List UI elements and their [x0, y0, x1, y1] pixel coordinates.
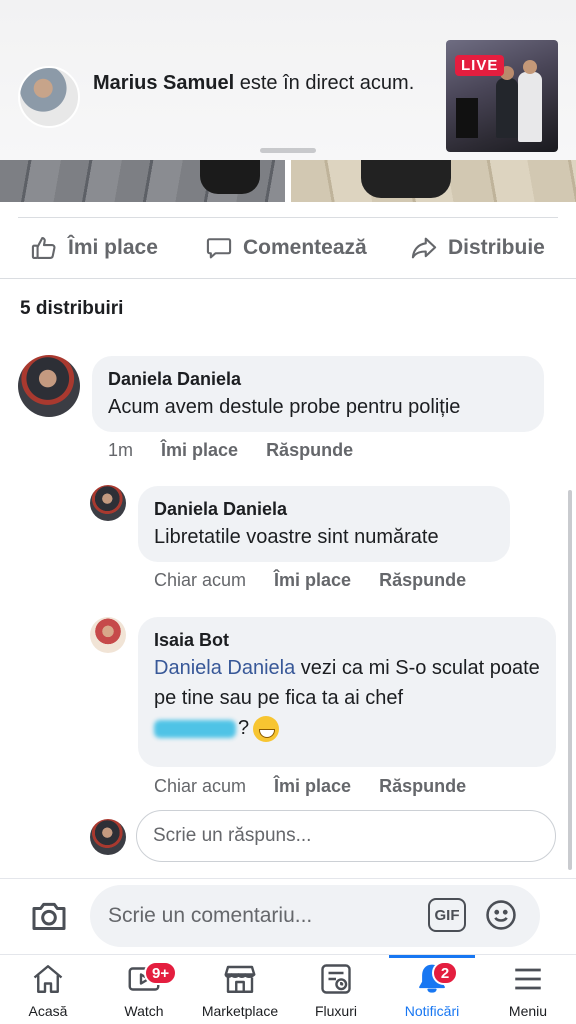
banner-drag-handle[interactable] [260, 148, 316, 153]
grinning-emoji-icon [253, 715, 280, 742]
comment-like-link[interactable]: Îmi place [161, 440, 238, 461]
post-images[interactable] [0, 160, 576, 202]
current-user-avatar [90, 819, 126, 855]
like-label: Îmi place [68, 236, 158, 259]
reply-meta: Chiar acum Îmi place Răspunde [154, 570, 466, 591]
nav-notifications[interactable]: Notificări 2 [384, 961, 480, 1023]
divider [0, 878, 576, 879]
comment-author-avatar[interactable] [18, 355, 80, 417]
watch-badge: 9+ [144, 961, 178, 985]
marketplace-icon [224, 965, 256, 993]
feeds-icon [321, 964, 351, 994]
reply-like-link[interactable]: Îmi place [274, 776, 351, 797]
reply-bubble[interactable]: Isaia Bot Daniela Daniela vezi ca mi S-o… [138, 617, 556, 767]
reply-time: Chiar acum [154, 776, 247, 796]
reply-author[interactable]: Isaia Bot [154, 629, 540, 651]
comment-bubble[interactable]: Daniela Daniela Acum avem destule probe … [92, 356, 544, 432]
comment-button[interactable]: Comentează [205, 230, 367, 266]
redacted-text [154, 719, 236, 738]
mention-link[interactable]: Daniela Daniela [154, 657, 295, 679]
nav-feeds-label: Fluxuri [314, 1003, 357, 1019]
nav-feeds[interactable]: Fluxuri [288, 961, 384, 1023]
nav-home-label: Acasă [28, 1003, 68, 1019]
reply-like-link[interactable]: Îmi place [274, 570, 351, 591]
shares-count[interactable]: 5 distribuiri [20, 298, 123, 320]
live-user-avatar [18, 66, 80, 128]
reply-reply-link[interactable]: Răspunde [379, 570, 466, 591]
nav-menu[interactable]: Meniu [480, 961, 576, 1023]
nav-watch[interactable]: Watch 9+ [96, 961, 192, 1023]
emoji-picker-icon[interactable] [484, 898, 518, 932]
reply-author-avatar[interactable] [90, 485, 126, 521]
thumbs-up-icon [31, 237, 56, 259]
nav-notifications-label: Notificări [404, 1003, 460, 1019]
reply-input[interactable]: Scrie un răspuns... [136, 810, 556, 862]
live-badge: LIVE [455, 55, 505, 76]
nav-marketplace-label: Marketplace [201, 1003, 279, 1019]
share-label: Distribuie [448, 236, 545, 259]
reply-text-end: ? [238, 717, 250, 739]
notifications-badge: 2 [432, 961, 458, 985]
nav-home[interactable]: Acasă [0, 961, 96, 1023]
active-tab-indicator [389, 955, 475, 958]
reply-reply-link[interactable]: Răspunde [379, 776, 466, 797]
camera-icon[interactable] [28, 896, 70, 936]
reply-time: Chiar acum [154, 570, 247, 590]
reply-text: Daniela Daniela vezi ca mi S-o sculat po… [154, 653, 540, 743]
gif-button[interactable]: GIF [428, 898, 466, 932]
post-image-right[interactable] [291, 160, 576, 202]
post-action-bar: Îmi place Comentează Distribuie [0, 220, 576, 276]
comment-author[interactable]: Daniela Daniela [108, 368, 528, 390]
reply-author-avatar[interactable] [90, 617, 126, 653]
comment-icon [206, 238, 232, 259]
live-notification-text: Marius Samuel este în direct acum. [93, 70, 423, 96]
live-status-text: este în direct acum. [234, 72, 415, 94]
nav-menu-label: Meniu [508, 1003, 548, 1019]
reply-author[interactable]: Daniela Daniela [154, 498, 494, 520]
divider [0, 278, 576, 279]
nav-watch-label: Watch [124, 1003, 164, 1019]
post-image-left[interactable] [0, 160, 285, 202]
comment-text: Acum avem destule probe pentru poliție [108, 396, 461, 418]
reply-text: Libretatile voastre sint numărate [154, 526, 439, 548]
divider [18, 217, 558, 218]
comment-time: 1m [108, 440, 134, 460]
share-button[interactable]: Distribuie [410, 230, 545, 266]
home-icon [33, 965, 63, 993]
menu-icon [515, 968, 541, 990]
reply-meta: Chiar acum Îmi place Răspunde [154, 776, 466, 797]
like-button[interactable]: Îmi place [30, 230, 158, 266]
live-user-name: Marius Samuel [93, 72, 235, 94]
comment-reply-link[interactable]: Răspunde [266, 440, 353, 461]
comment-meta: 1m Îmi place Răspunde [108, 440, 353, 461]
share-arrow-icon [411, 237, 437, 259]
comment-input[interactable]: Scrie un comentariu... [90, 885, 540, 947]
bottom-navigation: Acasă Watch 9+ Marketplace Fluxuri Notif… [0, 954, 576, 1024]
live-notification-banner[interactable]: Marius Samuel este în direct acum. LIVE [0, 0, 576, 160]
comment-label: Comentează [243, 236, 367, 259]
reply-bubble[interactable]: Daniela Daniela Libretatile voastre sint… [138, 486, 510, 562]
scrollbar[interactable] [568, 490, 572, 870]
nav-marketplace[interactable]: Marketplace [192, 961, 288, 1023]
